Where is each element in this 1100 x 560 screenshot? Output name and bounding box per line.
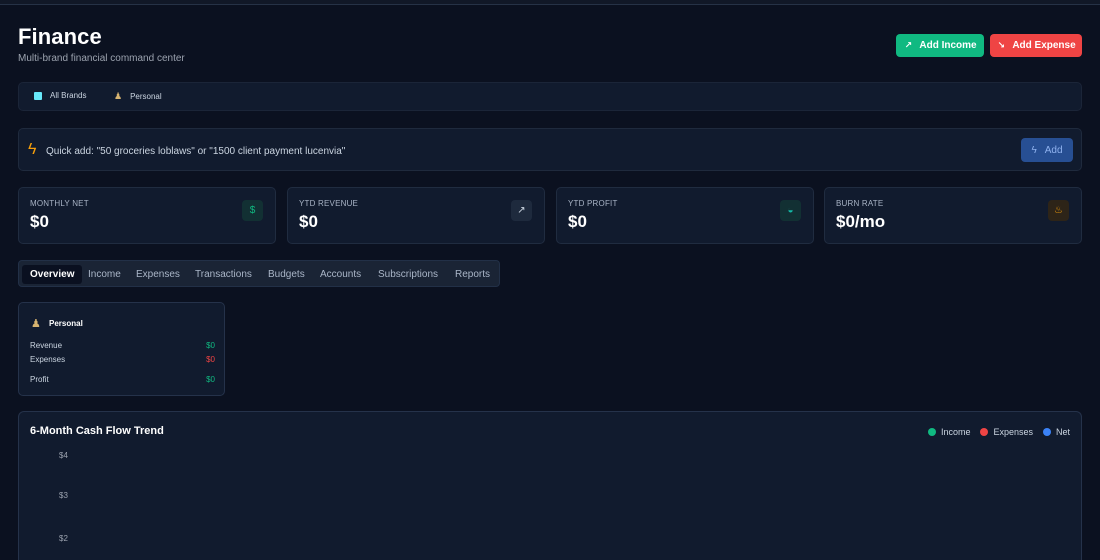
stat-card-ytd-profit: YTD PROFIT $0 ◒: [556, 187, 814, 244]
page-subtitle: Multi-brand financial command center: [18, 53, 185, 64]
expenses-label: Expenses: [30, 355, 66, 364]
flame-icon: ♨: [1048, 200, 1069, 221]
cash-flow-chart-card: 6-Month Cash Flow Trend Income Expenses …: [18, 411, 1082, 560]
tab-accounts[interactable]: Accounts: [320, 265, 361, 284]
add-income-label: Add Income: [919, 40, 977, 51]
legend-income[interactable]: Income: [927, 427, 971, 437]
legend-net[interactable]: Net: [1042, 427, 1070, 437]
revenue-label: Revenue: [30, 341, 63, 350]
quick-add-bar: ϟ ϟ Add: [18, 128, 1082, 171]
tab-budgets[interactable]: Budgets: [268, 265, 305, 284]
section-tabs: Overview Income Expenses Transactions Bu…: [18, 260, 500, 287]
quick-add-button-label: Add: [1044, 144, 1063, 156]
legend-dot-expenses: [980, 428, 989, 436]
legend-net-label: Net: [1055, 427, 1070, 437]
lightning-icon: ϟ: [1031, 144, 1037, 156]
tab-reports[interactable]: Reports: [455, 265, 490, 284]
legend-expenses[interactable]: Expenses: [980, 427, 1033, 437]
revenue-row: Revenue $0: [30, 341, 215, 353]
y-tick-3: $3: [59, 491, 68, 500]
chart-legend: Income Expenses Net: [927, 427, 1070, 437]
y-tick-4: $4: [59, 451, 68, 460]
top-border: [0, 0, 1100, 5]
brand-filter-all-label: All Brands: [50, 91, 87, 100]
piggy-bank-icon: ◒: [780, 200, 801, 221]
lightning-icon: ϟ: [28, 141, 37, 158]
brand-filter-personal[interactable]: ♟ Personal: [114, 91, 162, 102]
dollar-icon: $: [242, 200, 263, 221]
brand-filter-all[interactable]: All Brands: [34, 91, 86, 100]
tab-subscriptions[interactable]: Subscriptions: [378, 265, 438, 284]
trend-up-icon: ↗: [511, 200, 532, 221]
profit-label: Profit: [30, 375, 49, 384]
expenses-row: Expenses $0: [30, 355, 215, 367]
revenue-value: $0: [206, 341, 215, 350]
quick-add-button[interactable]: ϟ Add: [1021, 138, 1073, 162]
legend-dot-net: [1042, 428, 1051, 436]
person-icon: ♟: [31, 318, 41, 330]
profit-value: $0: [206, 375, 215, 384]
tab-expenses[interactable]: Expenses: [136, 265, 180, 284]
page-header: Finance Multi-brand financial command ce…: [18, 24, 1082, 70]
legend-expenses-label: Expenses: [993, 427, 1033, 437]
add-expense-label: Add Expense: [1012, 40, 1076, 51]
y-tick-2: $2: [59, 534, 68, 543]
legend-income-label: Income: [940, 427, 971, 437]
brand-filter-bar: All Brands ♟ Personal: [18, 82, 1082, 111]
stat-value: $0: [568, 212, 587, 231]
chart-title: 6-Month Cash Flow Trend: [30, 425, 164, 437]
building-icon: [34, 91, 42, 100]
profit-row: Profit $0: [30, 375, 215, 387]
stat-value: $0: [299, 212, 318, 231]
stat-card-ytd-revenue: YTD REVENUE $0 ↗: [287, 187, 545, 244]
person-icon: ♟: [114, 91, 123, 101]
stat-label: YTD PROFIT: [568, 199, 618, 208]
brand-filter-personal-label: Personal: [130, 92, 162, 101]
add-expense-button[interactable]: ↘ Add Expense: [990, 34, 1082, 57]
expenses-value: $0: [206, 355, 215, 364]
tab-overview[interactable]: Overview: [22, 265, 83, 284]
stat-card-burn-rate: BURN RATE $0/mo ♨: [824, 187, 1082, 244]
stat-card-monthly-net: MONTHLY NET $0 $: [18, 187, 276, 244]
quick-add-input[interactable]: [46, 142, 946, 160]
arrow-down-right-icon: ↘: [997, 40, 1006, 50]
brand-summary-card[interactable]: ♟ Personal Revenue $0 Expenses $0 Profit…: [18, 302, 225, 396]
add-income-button[interactable]: ↗ Add Income: [896, 34, 984, 57]
tab-transactions[interactable]: Transactions: [195, 265, 252, 284]
arrow-up-right-icon: ↗: [904, 40, 913, 50]
brand-summary-title: Personal: [49, 319, 83, 328]
stat-label: BURN RATE: [836, 199, 884, 208]
legend-dot-income: [927, 428, 936, 436]
stat-label: MONTHLY NET: [30, 199, 89, 208]
tab-income[interactable]: Income: [88, 265, 121, 284]
stat-label: YTD REVENUE: [299, 199, 359, 208]
stat-value: $0/mo: [836, 212, 886, 231]
stat-value: $0: [30, 212, 49, 231]
